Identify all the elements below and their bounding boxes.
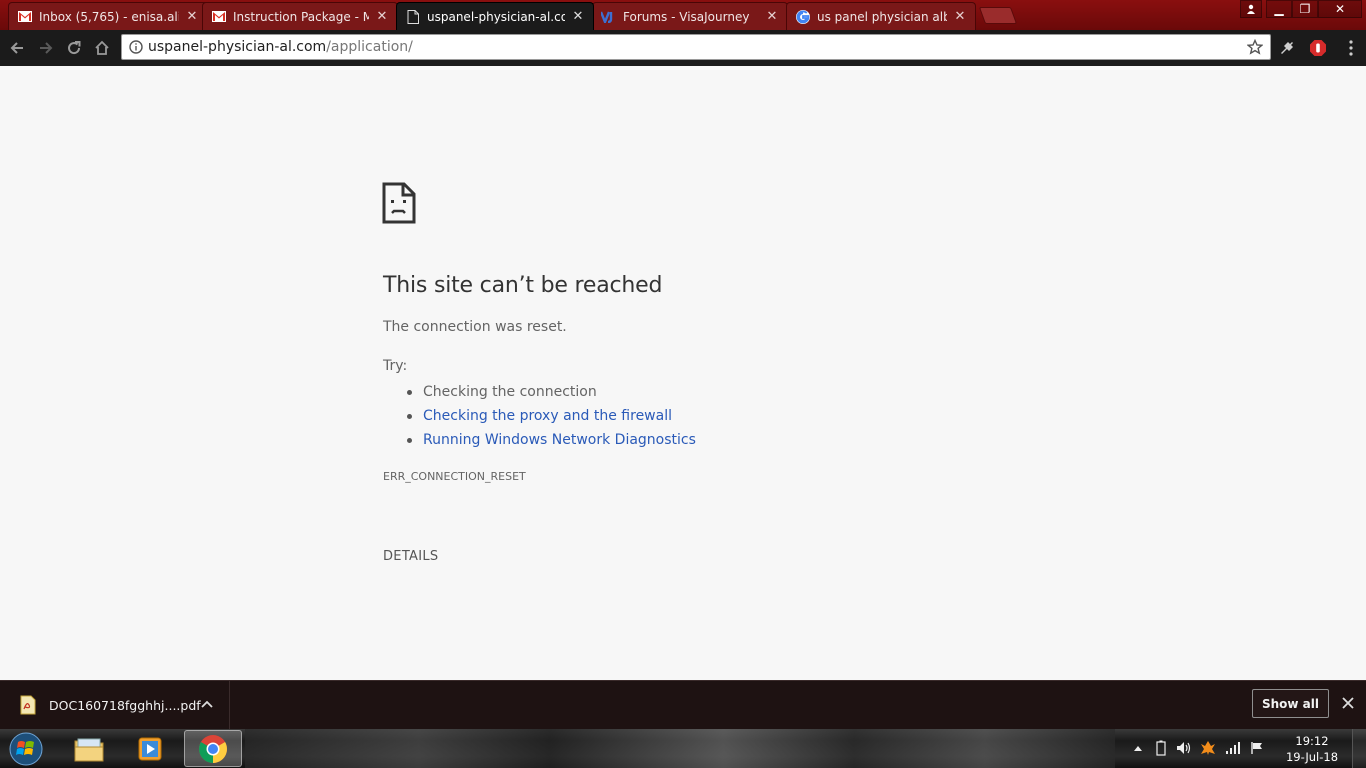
restore-button[interactable]: ❐ — [1292, 0, 1318, 18]
bookmark-star-icon[interactable] — [1246, 38, 1264, 56]
close-tab-icon[interactable]: ✕ — [185, 9, 199, 24]
download-file-name: DOC160718fgghhj....pdf — [49, 697, 201, 713]
tab-instruction-package[interactable]: Instruction Package - MY ✕ — [202, 2, 398, 30]
start-button[interactable] — [6, 730, 46, 768]
taskbar-wallpaper — [245, 729, 1115, 768]
chrome-icon — [199, 734, 227, 763]
gmail-icon — [211, 9, 227, 25]
error-title: This site can’t be reached — [383, 273, 663, 298]
show-desktop-button[interactable] — [1352, 729, 1366, 768]
suggestion-network-diagnostics-link[interactable]: Running Windows Network Diagnostics — [405, 428, 696, 452]
forward-arrow-icon — [40, 42, 53, 54]
url-host: uspanel-physician-al.com — [148, 39, 327, 55]
tab-uspanel-active[interactable]: uspanel-physician-al.com ✕ — [396, 2, 594, 30]
download-item[interactable]: DOC160718fgghhj....pdf — [0, 681, 230, 729]
tab-visajourney[interactable]: Forums - VisaJourney ✕ — [592, 2, 788, 30]
windows-taskbar: 19:12 19-Jul-18 — [0, 729, 1366, 768]
google-icon — [795, 9, 811, 25]
tray-expand-icon[interactable] — [1130, 740, 1146, 756]
pdf-file-icon — [20, 695, 36, 715]
profile-icon[interactable] — [1240, 0, 1262, 18]
volume-icon[interactable] — [1176, 740, 1192, 756]
visajourney-icon — [601, 9, 617, 25]
close-shelf-icon[interactable] — [1340, 695, 1356, 711]
suggestion-list: Checking the connection Checking the pro… — [405, 380, 696, 452]
adblock-icon[interactable] — [1307, 37, 1329, 59]
clock-time: 19:12 — [1295, 734, 1329, 748]
suggestion-check-proxy-link[interactable]: Checking the proxy and the firewall — [405, 404, 696, 428]
reload-button[interactable] — [63, 37, 85, 59]
tab-inbox[interactable]: Inbox (5,765) - enisa.alija ✕ — [8, 2, 208, 30]
home-button[interactable] — [91, 37, 113, 59]
taskbar-chrome[interactable] — [184, 730, 242, 767]
sad-document-icon — [382, 182, 416, 224]
reload-icon — [68, 41, 81, 55]
back-button[interactable] — [6, 37, 28, 59]
tab-label: us panel physician albania — [817, 9, 947, 24]
browser-toolbar: uspanel-physician-al.com/application/ — [0, 30, 1366, 66]
close-tab-icon[interactable]: ✕ — [953, 9, 967, 24]
download-shelf: DOC160718fgghhj....pdf Show all — [0, 680, 1366, 729]
show-all-button[interactable]: Show all — [1252, 689, 1329, 718]
tab-google-search[interactable]: us panel physician albania ✕ — [786, 2, 976, 30]
error-subtitle: The connection was reset. — [383, 319, 567, 335]
address-bar[interactable]: uspanel-physician-al.com/application/ — [121, 34, 1271, 60]
taskbar-clock[interactable]: 19:12 19-Jul-18 — [1280, 733, 1344, 765]
tab-label: Inbox (5,765) - enisa.alija — [39, 9, 179, 24]
close-window-button[interactable]: ✕ — [1318, 0, 1362, 18]
suggestion-check-connection: Checking the connection — [405, 380, 696, 404]
forward-button[interactable] — [35, 37, 57, 59]
error-page: This site can’t be reached The connectio… — [0, 66, 1366, 680]
battery-icon[interactable] — [1153, 740, 1169, 756]
avast-icon[interactable] — [1200, 740, 1216, 756]
tab-label: uspanel-physician-al.com — [427, 9, 565, 24]
windows-logo-icon — [9, 732, 43, 766]
details-button[interactable]: DETAILS — [383, 549, 438, 564]
tab-label: Forums - VisaJourney — [623, 9, 750, 24]
title-bar: Inbox (5,765) - enisa.alija ✕ Instructio… — [0, 0, 1366, 30]
back-arrow-icon — [10, 42, 23, 54]
error-code: ERR_CONNECTION_RESET — [383, 470, 526, 483]
action-center-flag-icon[interactable] — [1249, 740, 1265, 756]
home-icon — [95, 40, 109, 55]
taskbar-media-player[interactable] — [121, 730, 179, 767]
close-tab-icon[interactable]: ✕ — [375, 9, 389, 24]
minimize-button[interactable]: ▁ — [1266, 0, 1292, 18]
close-tab-icon[interactable]: ✕ — [571, 9, 585, 24]
folder-icon — [74, 738, 104, 761]
taskbar-explorer[interactable] — [60, 730, 118, 767]
extension-puzzle-icon[interactable] — [1276, 37, 1298, 59]
media-player-icon — [138, 737, 162, 760]
tab-label: Instruction Package - MY — [233, 9, 369, 24]
url-path: /application/ — [326, 39, 413, 55]
new-tab-button[interactable] — [978, 7, 1018, 24]
try-label: Try: — [383, 358, 408, 374]
gmail-icon — [17, 9, 33, 25]
info-icon[interactable] — [124, 35, 148, 59]
clock-date: 19-Jul-18 — [1285, 750, 1339, 764]
signal-strength-icon[interactable] — [1225, 740, 1241, 756]
close-tab-icon[interactable]: ✕ — [765, 9, 779, 24]
chevron-up-icon[interactable] — [200, 697, 214, 711]
document-icon — [405, 9, 421, 25]
menu-dots-icon[interactable] — [1340, 37, 1362, 59]
